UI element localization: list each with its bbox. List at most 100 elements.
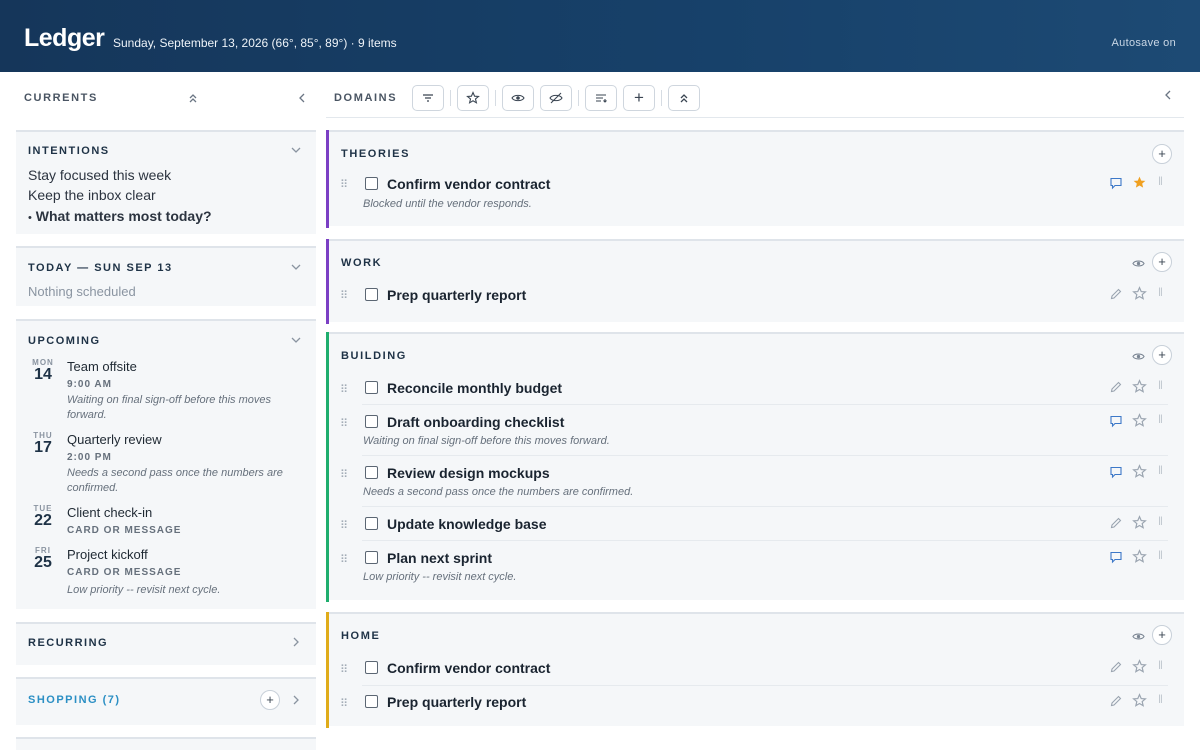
edit-icon[interactable] (1109, 380, 1123, 397)
chevron-right-icon[interactable] (290, 636, 302, 651)
event-title: Team offsite (67, 359, 137, 374)
task-row[interactable]: ⠿ Confirm vendor contract ‖ (326, 655, 1184, 687)
star-icon[interactable] (1132, 464, 1147, 482)
chevron-down-icon[interactable] (290, 334, 302, 349)
task-title[interactable]: Review design mockups (387, 465, 550, 481)
task-title[interactable]: Update knowledge base (387, 516, 546, 532)
star-icon[interactable] (1132, 286, 1147, 304)
add-task-button[interactable]: + (1152, 625, 1172, 645)
collapse-all-button[interactable] (668, 85, 700, 111)
task-row[interactable]: ⠿ Confirm vendor contract Blocked until … (326, 170, 1184, 220)
reorder-handle-icon[interactable]: ‖ (1158, 378, 1163, 392)
task-title[interactable]: Draft onboarding checklist (387, 414, 564, 430)
intention-prompt-text: What matters most today? (35, 208, 212, 224)
task-row[interactable]: ⠿ Draft onboarding checklist Waiting on … (326, 409, 1184, 455)
task-row[interactable]: ⠿ Plan next sprint Low priority -- revis… (326, 545, 1184, 591)
show-notes-button[interactable] (502, 85, 534, 111)
drag-handle-icon[interactable]: ⠿ (340, 468, 348, 481)
reorder-handle-icon[interactable]: ‖ (1158, 412, 1163, 426)
add-domain-button[interactable]: + (623, 85, 655, 111)
collapse-all-icon[interactable] (186, 92, 200, 106)
edit-icon[interactable] (1109, 287, 1123, 304)
add-task-button[interactable]: + (1152, 144, 1172, 164)
recurring-card[interactable]: RECURRING (16, 622, 316, 665)
task-row[interactable]: ⠿ Reconcile monthly budget ‖ (326, 375, 1184, 407)
task-checkbox[interactable] (365, 517, 378, 530)
drag-handle-icon[interactable]: ⠿ (340, 519, 348, 532)
drag-handle-icon[interactable]: ⠿ (340, 383, 348, 396)
task-checkbox[interactable] (365, 466, 378, 479)
intention-prompt[interactable]: • What matters most today? (28, 208, 212, 224)
task-title[interactable]: Plan next sprint (387, 550, 492, 566)
edit-icon[interactable] (1109, 694, 1123, 711)
task-checkbox[interactable] (365, 661, 378, 674)
intention-item[interactable]: Stay focused this week (28, 167, 171, 183)
task-title[interactable]: Confirm vendor contract (387, 660, 550, 676)
star-icon[interactable] (1132, 693, 1147, 711)
task-checkbox[interactable] (365, 415, 378, 428)
comment-icon[interactable] (1109, 414, 1123, 431)
star-icon[interactable] (1132, 379, 1147, 397)
task-row[interactable]: ⠿ Prep quarterly report ‖ (326, 281, 1184, 317)
plus-icon: + (634, 88, 644, 107)
task-title[interactable]: Confirm vendor contract (387, 176, 550, 192)
task-checkbox[interactable] (365, 551, 378, 564)
drag-handle-icon[interactable]: ⠿ (340, 417, 348, 430)
comment-icon[interactable] (1109, 176, 1123, 193)
chevron-down-icon[interactable] (290, 261, 302, 276)
drag-handle-icon[interactable]: ⠿ (340, 178, 348, 191)
chevron-down-icon[interactable] (290, 144, 302, 159)
task-title[interactable]: Prep quarterly report (387, 694, 526, 710)
task-title[interactable]: Reconcile monthly budget (387, 380, 562, 396)
task-title[interactable]: Prep quarterly report (387, 287, 526, 303)
star-icon[interactable] (1132, 175, 1147, 193)
task-checkbox[interactable] (365, 695, 378, 708)
add-task-button[interactable]: + (1152, 345, 1172, 365)
upcoming-title: UPCOMING (28, 335, 101, 347)
task-checkbox[interactable] (365, 381, 378, 394)
reorder-handle-icon[interactable]: ‖ (1158, 174, 1163, 188)
task-checkbox[interactable] (365, 177, 378, 190)
star-icon[interactable] (1132, 549, 1147, 567)
drag-handle-icon[interactable]: ⠿ (340, 289, 348, 302)
shopping-card[interactable]: SHOPPING (7) + (16, 677, 316, 725)
star-icon[interactable] (1132, 413, 1147, 431)
drag-handle-icon[interactable]: ⠿ (340, 697, 348, 710)
eye-icon[interactable] (1132, 257, 1145, 273)
filter-button[interactable] (412, 85, 444, 111)
task-note: Blocked until the vendor responds. (363, 198, 532, 210)
chevron-right-icon[interactable] (290, 694, 302, 709)
drag-handle-icon[interactable]: ⠿ (340, 663, 348, 676)
chevron-left-icon[interactable] (295, 92, 309, 106)
reorder-handle-icon[interactable]: ‖ (1158, 285, 1163, 299)
comment-icon[interactable] (1109, 550, 1123, 567)
star-icon[interactable] (1132, 659, 1147, 677)
edit-icon[interactable] (1109, 660, 1123, 677)
drag-handle-icon[interactable]: ⠿ (340, 553, 348, 566)
event-time: 9:00 AM (67, 379, 112, 390)
reorder-handle-icon[interactable]: ‖ (1158, 463, 1163, 477)
star-icon[interactable] (1132, 515, 1147, 533)
reorder-handle-icon[interactable]: ‖ (1158, 514, 1163, 528)
reorder-handle-icon[interactable]: ‖ (1158, 692, 1163, 706)
event-date: TUE 22 (28, 504, 58, 529)
autosave-status[interactable]: Autosave on (1112, 37, 1176, 49)
task-row[interactable]: ⠿ Prep quarterly report ‖ (326, 689, 1184, 721)
add-task-button[interactable]: + (1152, 252, 1172, 272)
add-shopping-button[interactable]: + (260, 690, 280, 710)
edit-icon[interactable] (1109, 516, 1123, 533)
intention-item[interactable]: Keep the inbox clear (28, 187, 156, 203)
task-row[interactable]: ⠿ Update knowledge base ‖ (326, 511, 1184, 543)
starred-filter-button[interactable] (457, 85, 489, 111)
reorder-handle-icon[interactable]: ‖ (1158, 658, 1163, 672)
task-checkbox[interactable] (365, 288, 378, 301)
eye-icon[interactable] (1132, 350, 1145, 366)
domain-theories: THEORIES + ⠿ Confirm vendor contract Blo… (326, 130, 1184, 228)
comment-icon[interactable] (1109, 465, 1123, 482)
eye-icon[interactable] (1132, 630, 1145, 646)
chevron-left-icon[interactable] (1162, 89, 1174, 104)
hide-notes-button[interactable] (540, 85, 572, 111)
task-row[interactable]: ⠿ Review design mockups Needs a second p… (326, 460, 1184, 506)
sort-button[interactable] (585, 85, 617, 111)
reorder-handle-icon[interactable]: ‖ (1158, 548, 1163, 562)
